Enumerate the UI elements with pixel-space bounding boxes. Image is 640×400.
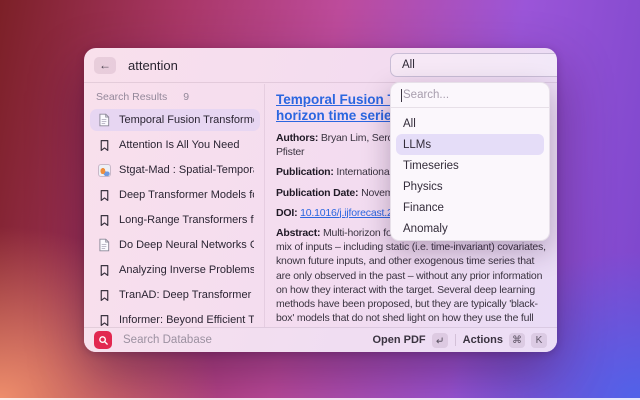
back-arrow-icon: ← [99,58,111,72]
result-title: Attention Is All You Need [119,139,239,151]
publication-label: Publication: [276,166,334,178]
result-row[interactable]: Do Deep Neural Networks Contr... [90,234,260,256]
filter-option-timeseries[interactable]: Timeseries [396,155,544,176]
filter-option-all[interactable]: All [396,113,544,134]
category-filter-dropdown[interactable]: All [390,53,557,77]
bookmark-icon [96,212,112,228]
filter-option-llms[interactable]: LLMs [396,134,544,155]
result-row[interactable]: Deep Transformer Models for Ti... [90,184,260,206]
footer-divider [455,334,456,346]
results-count: 9 [183,91,189,103]
app-logo-search-icon [94,331,112,349]
result-title: Do Deep Neural Networks Contr... [119,239,254,251]
search-app-window: ← attention All Search... All LLMs Times… [84,48,557,352]
paper-abstract: Abstract: Multi-horizon forecasting ofte… [276,226,547,327]
result-row[interactable]: TranAD: Deep Transformer Net... [90,284,260,306]
back-button[interactable]: ← [94,57,116,74]
bookmark-icon [96,262,112,278]
result-title: Informer: Beyond Efficient Trans... [119,314,254,326]
return-key-icon [432,333,448,348]
text-caret [401,89,402,102]
result-title: Temporal Fusion Transformers f... [119,114,254,126]
filter-search-input[interactable]: Search... [391,83,549,108]
filter-option-finance[interactable]: Finance [396,197,544,218]
result-row[interactable]: Stgat-Mad : Spatial-Temporal Gr... [90,159,260,181]
document-icon [96,237,112,253]
bookmark-icon [96,312,112,328]
result-row[interactable]: Analyzing Inverse Problems with... [90,259,260,281]
desktop-background: ← attention All Search... All LLMs Times… [0,0,640,400]
bookmark-icon [96,137,112,153]
abstract-label: Abstract: [276,227,320,239]
footer-actions: Open PDF Actions ⌘ K [372,333,547,348]
query-text: attention [128,58,178,73]
open-pdf-button[interactable]: Open PDF [372,333,447,348]
result-title: Stgat-Mad : Spatial-Temporal Gr... [119,164,254,176]
actions-label: Actions [463,334,503,346]
result-row[interactable]: Long-Range Transformers for D... [90,209,260,231]
pub-date-label: Publication Date: [276,187,358,199]
open-pdf-label: Open PDF [372,334,425,346]
result-row[interactable]: Temporal Fusion Transformers f... [90,109,260,131]
filter-option-anomaly[interactable]: Anomaly [396,218,544,239]
filter-options-list: All LLMs Timeseries Physics Finance Anom… [391,108,549,241]
document-icon [96,112,112,128]
result-title: TranAD: Deep Transformer Net... [119,289,254,301]
doi-label: DOI: [276,207,297,219]
filter-selected-value: All [402,59,415,71]
abstract-text: Multi-horizon forecasting often contains… [276,227,546,327]
command-key-icon: ⌘ [509,333,525,348]
results-header: Search Results 9 [96,91,260,103]
bookmark-icon [96,287,112,303]
filter-dropdown-panel: Search... All LLMs Timeseries Physics Fi… [390,82,550,241]
search-database-input[interactable]: Search Database [123,334,372,346]
search-results-pane: Search Results 9 Temporal Fusion Transfo… [90,84,260,327]
filter-search-placeholder: Search... [403,89,449,101]
result-title: Analyzing Inverse Problems with... [119,264,254,276]
image-thumbnail-icon [96,162,112,178]
authors-label: Authors: [276,132,318,144]
bookmark-icon [96,187,112,203]
k-key-icon: K [531,333,547,348]
pane-divider [264,84,265,327]
footer-bar: Search Database Open PDF Actions ⌘ K [84,327,557,352]
result-title: Long-Range Transformers for D... [119,214,254,226]
filter-option-physics[interactable]: Physics [396,176,544,197]
result-row[interactable]: Attention Is All You Need [90,134,260,156]
result-title: Deep Transformer Models for Ti... [119,189,254,201]
results-section-label: Search Results [96,91,167,103]
actions-button[interactable]: Actions ⌘ K [463,333,547,348]
